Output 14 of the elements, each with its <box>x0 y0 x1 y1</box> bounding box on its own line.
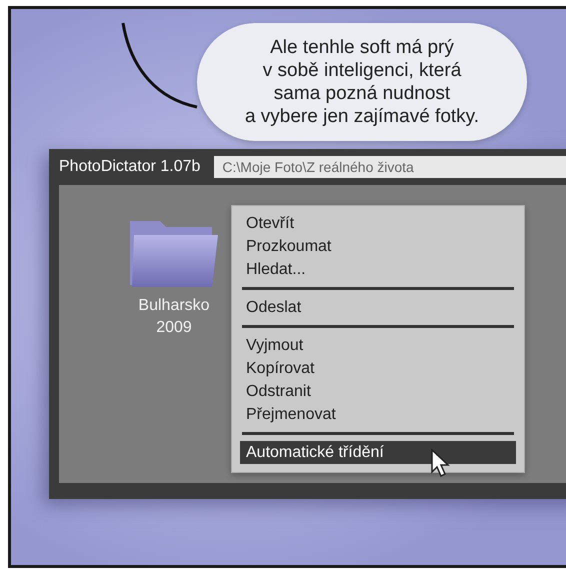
menu-item[interactable]: Hledat... <box>240 258 516 281</box>
menu-item[interactable]: Vyjmout <box>240 334 516 357</box>
menu-item[interactable]: Přejmenovat <box>240 403 516 426</box>
mouse-pointer-icon <box>430 448 452 478</box>
window-title: PhotoDictator 1.07b <box>59 158 200 176</box>
speech-bubble: Ale tenhle soft má prý v sobě inteligenci, která sama pozná nudnost a vybere jen zajímavé fotky. <box>197 23 527 141</box>
path-field[interactable]: C:\Moje Foto\Z reálného života <box>214 156 566 178</box>
folder-label: Bulharsko 2009 <box>138 296 210 338</box>
menu-item[interactable]: Kopírovat <box>240 357 516 380</box>
menu-item[interactable]: Prozkoumat <box>240 235 516 258</box>
menu-item[interactable]: Odstranit <box>240 380 516 403</box>
menu-item[interactable]: Odeslat <box>240 296 516 319</box>
menu-item[interactable]: Automatické třídění <box>240 441 516 464</box>
menu-item[interactable]: Otevřít <box>240 212 516 235</box>
